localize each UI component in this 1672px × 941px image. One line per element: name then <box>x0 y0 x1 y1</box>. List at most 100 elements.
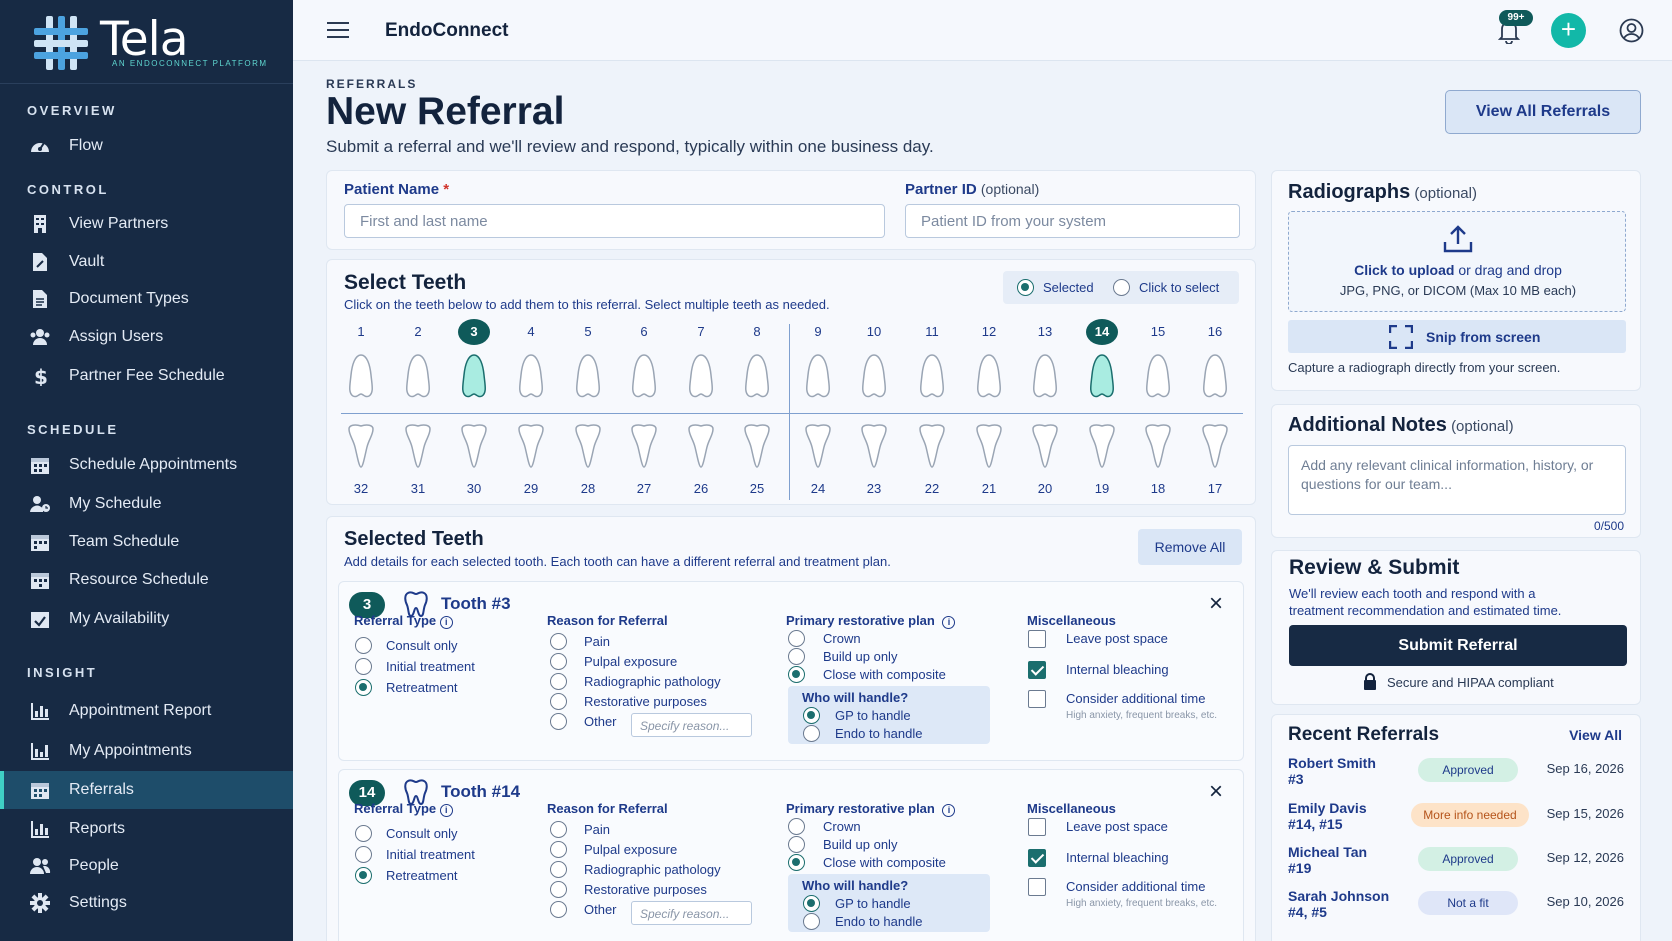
tooth-lower-26[interactable] <box>685 423 717 474</box>
referral-type-radio[interactable] <box>355 658 372 675</box>
sidebar-item-my-schedule[interactable]: My Schedule <box>0 485 293 523</box>
user-profile-icon[interactable] <box>1619 18 1644 43</box>
misc-checkbox[interactable] <box>1028 690 1046 708</box>
breadcrumb[interactable]: REFERRALS <box>326 77 417 91</box>
tooth-upper-7[interactable] <box>685 353 717 404</box>
referral-type-radio[interactable] <box>355 637 372 654</box>
referral-type-radio[interactable] <box>355 846 372 863</box>
tooth-upper-8[interactable] <box>741 353 773 404</box>
tooth-upper-4[interactable] <box>515 353 547 404</box>
tooth-upper-9[interactable] <box>802 353 834 404</box>
snip-from-screen-button[interactable]: Snip from screen <box>1288 320 1626 353</box>
recent-view-all-link[interactable]: View All <box>1569 727 1622 743</box>
referral-type-radio[interactable] <box>355 825 372 842</box>
view-all-referrals-button[interactable]: View All Referrals <box>1445 90 1641 134</box>
recent-referral-row[interactable]: Micheal Tan #19 Approved Sep 12, 2026 <box>1272 844 1642 880</box>
tooth-lower-31[interactable] <box>402 423 434 474</box>
partner-id-input[interactable]: Patient ID from your system <box>905 204 1240 238</box>
handler-radio[interactable] <box>803 725 820 742</box>
tooth-upper-3[interactable] <box>458 353 490 404</box>
upload-dropzone[interactable]: Click to upload or drag and drop JPG, PN… <box>1288 211 1626 312</box>
sidebar-item-document-types[interactable]: Document Types <box>0 280 293 318</box>
referral-patient-name[interactable]: Sarah Johnson <box>1288 888 1389 904</box>
misc-checkbox[interactable] <box>1028 849 1046 867</box>
upload-link[interactable]: Click to upload <box>1354 262 1454 278</box>
reason-radio[interactable] <box>550 821 567 838</box>
tooth-lower-30[interactable] <box>458 423 490 474</box>
info-icon[interactable]: i <box>439 804 453 817</box>
tooth-upper-14[interactable] <box>1086 353 1118 404</box>
info-icon[interactable]: i <box>439 616 453 629</box>
plan-radio[interactable] <box>788 836 805 853</box>
sidebar-item-partner-fee-schedule[interactable]: $ Partner Fee Schedule <box>0 357 293 395</box>
tooth-upper-11[interactable] <box>916 353 948 404</box>
tooth-lower-24[interactable] <box>802 423 834 474</box>
tooth-upper-2[interactable] <box>402 353 434 404</box>
sidebar-item-team-schedule[interactable]: Team Schedule <box>0 523 293 561</box>
tooth-lower-29[interactable] <box>515 423 547 474</box>
tooth-lower-27[interactable] <box>628 423 660 474</box>
tooth-upper-16[interactable] <box>1199 353 1231 404</box>
tela-logo[interactable]: Tela AN ENDOCONNECT PLATFORM <box>30 12 270 72</box>
tooth-upper-6[interactable] <box>628 353 660 404</box>
tooth-lower-22[interactable] <box>916 423 948 474</box>
tooth-lower-19[interactable] <box>1086 423 1118 474</box>
referral-patient-name[interactable]: Robert Smith <box>1288 755 1376 771</box>
sidebar-item-schedule-appointments[interactable]: Schedule Appointments <box>0 446 293 484</box>
sidebar-item-people[interactable]: People <box>0 847 293 885</box>
plan-radio[interactable] <box>788 648 805 665</box>
other-reason-input[interactable]: Specify reason... <box>631 901 752 925</box>
referral-patient-name[interactable]: Micheal Tan <box>1288 844 1367 860</box>
close-icon[interactable]: × <box>1209 778 1223 806</box>
referral-type-radio[interactable] <box>355 679 372 696</box>
submit-referral-button[interactable]: Submit Referral <box>1289 625 1627 666</box>
tooth-lower-23[interactable] <box>858 423 890 474</box>
other-reason-input[interactable]: Specify reason... <box>631 713 752 737</box>
tooth-upper-5[interactable] <box>572 353 604 404</box>
misc-checkbox[interactable] <box>1028 630 1046 648</box>
recent-referral-row[interactable]: Robert Smith #3 Approved Sep 16, 2026 <box>1272 755 1642 791</box>
reason-radio[interactable] <box>550 861 567 878</box>
plan-radio[interactable] <box>788 666 805 683</box>
reason-radio[interactable] <box>550 881 567 898</box>
reason-radio[interactable] <box>550 633 567 650</box>
tooth-upper-10[interactable] <box>858 353 890 404</box>
sidebar-item-resource-schedule[interactable]: Resource Schedule <box>0 561 293 599</box>
misc-checkbox[interactable] <box>1028 818 1046 836</box>
recent-referral-row[interactable]: Emily Davis #14, #15 More info needed Sep 1… <box>1272 800 1642 836</box>
info-icon[interactable]: i <box>942 804 956 817</box>
tooth-lower-28[interactable] <box>572 423 604 474</box>
tooth-lower-21[interactable] <box>973 423 1005 474</box>
reason-radio[interactable] <box>550 653 567 670</box>
tooth-upper-1[interactable] <box>345 353 377 404</box>
referral-type-radio[interactable] <box>355 867 372 884</box>
recent-referral-row[interactable]: Sarah Johnson #4, #5 Not a fit Sep 10, 2026 <box>1272 888 1642 924</box>
reason-radio[interactable] <box>550 673 567 690</box>
patient-name-input[interactable]: First and last name <box>344 204 885 238</box>
tooth-upper-12[interactable] <box>973 353 1005 404</box>
reason-radio[interactable] <box>550 841 567 858</box>
reason-radio[interactable] <box>550 693 567 710</box>
info-icon[interactable]: i <box>942 616 956 629</box>
handler-radio[interactable] <box>803 913 820 930</box>
plan-radio[interactable] <box>788 818 805 835</box>
sidebar-item-settings[interactable]: Settings <box>0 884 293 922</box>
tooth-upper-15[interactable] <box>1142 353 1174 404</box>
hamburger-menu-icon[interactable] <box>327 21 349 39</box>
handler-radio[interactable] <box>803 895 820 912</box>
tooth-lower-25[interactable] <box>741 423 773 474</box>
misc-checkbox[interactable] <box>1028 878 1046 896</box>
referral-patient-name[interactable]: Emily Davis <box>1288 800 1367 816</box>
sidebar-item-my-appointments[interactable]: My Appointments <box>0 732 293 770</box>
sidebar-item-assign-users[interactable]: Assign Users <box>0 318 293 356</box>
reason-radio[interactable] <box>550 713 567 730</box>
tooth-lower-20[interactable] <box>1029 423 1061 474</box>
misc-checkbox[interactable] <box>1028 661 1046 679</box>
plan-radio[interactable] <box>788 854 805 871</box>
remove-all-button[interactable]: Remove All <box>1138 529 1242 565</box>
sidebar-item-view-partners[interactable]: View Partners <box>0 205 293 243</box>
notes-textarea[interactable]: Add any relevant clinical information, h… <box>1288 445 1626 515</box>
sidebar-item-vault[interactable]: Vault <box>0 243 293 281</box>
sidebar-item-referrals[interactable]: Referrals <box>0 771 293 809</box>
sidebar-item-flow[interactable]: Flow <box>0 127 293 165</box>
